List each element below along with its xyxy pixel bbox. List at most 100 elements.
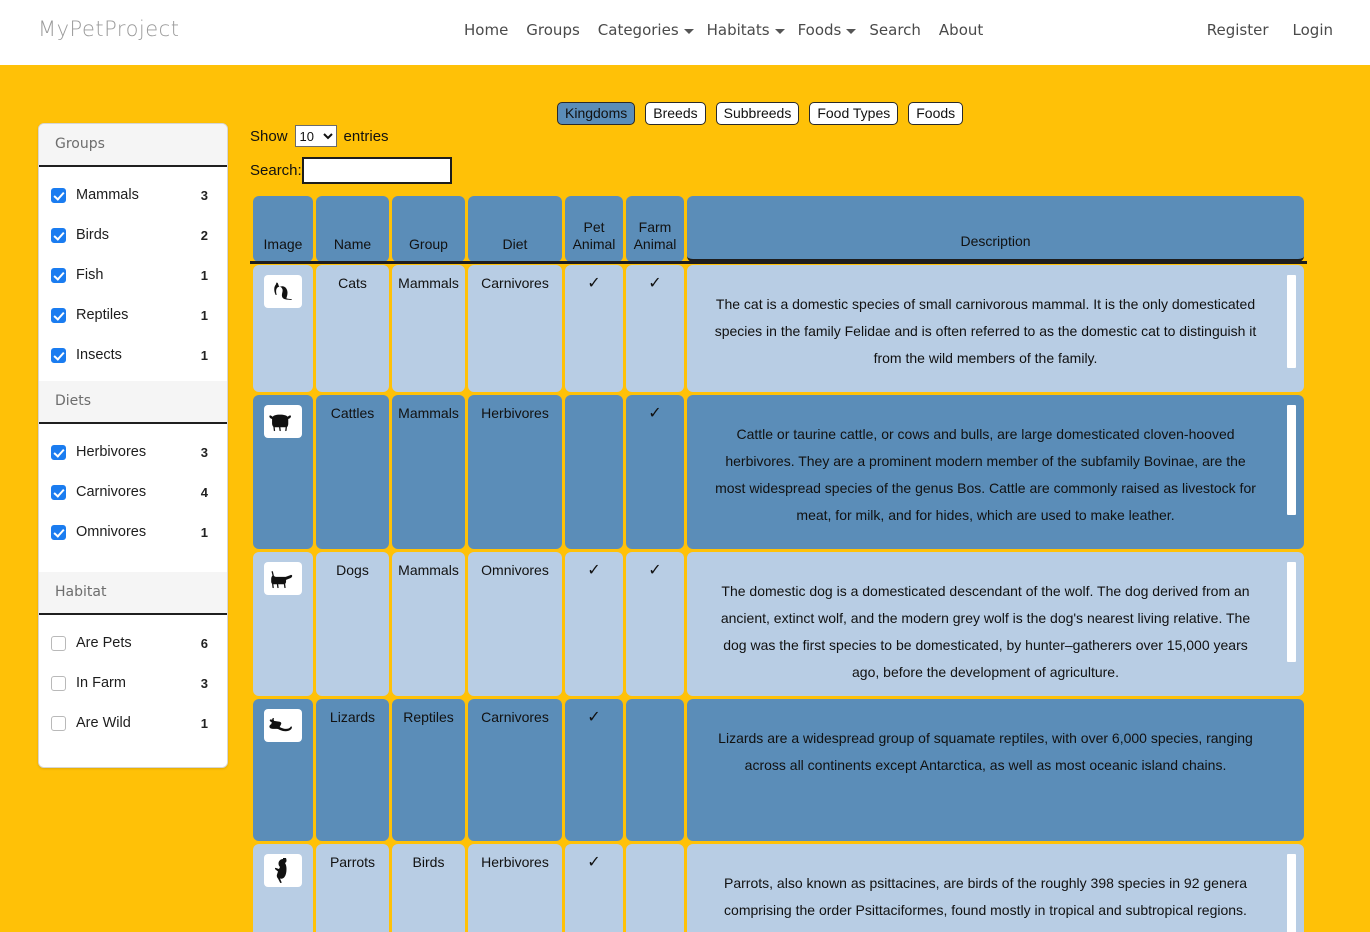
cell-farm-animal: [626, 844, 684, 932]
column-header-description[interactable]: Description: [687, 196, 1304, 262]
filter-item-herbivores[interactable]: Herbivores 3: [39, 438, 227, 466]
column-header-name[interactable]: Name: [316, 196, 389, 262]
cell-image: [253, 552, 313, 696]
nav-link-label: Habitats: [706, 21, 770, 39]
filter-item-count: 2: [200, 227, 208, 243]
filter-item-count: 4: [200, 484, 208, 500]
check-icon: ✓: [587, 275, 601, 292]
checkbox-icon[interactable]: [51, 635, 66, 651]
nav-link-foods[interactable]: Foods: [789, 21, 861, 39]
sidebar-panel-title-diets: Diets: [39, 381, 227, 424]
filter-item-count: 1: [200, 267, 208, 283]
filter-item-insects[interactable]: Insects 1: [39, 341, 227, 369]
cell-diet: Carnivores: [468, 699, 562, 841]
table-row[interactable]: Cats Mammals Carnivores ✓ ✓ The cat is a dome…: [253, 265, 1304, 392]
filter-item-count: 1: [200, 347, 208, 363]
check-icon: ✓: [648, 275, 662, 292]
show-prefix-label: Show: [250, 127, 288, 145]
description-text: Cattle or taurine cattle, or cows and bu…: [715, 426, 1256, 523]
filter-item-reptiles[interactable]: Reptiles 1: [39, 301, 227, 329]
tab-kingdoms[interactable]: Kingdoms: [557, 102, 636, 125]
sidebar-panel-title-habitat: Habitat: [39, 572, 227, 615]
description-scrollbar[interactable]: [1287, 854, 1296, 932]
data-table-container[interactable]: Image Name Group Diet Pet Animal Farm Animal D…: [250, 193, 1307, 932]
filter-item-birds[interactable]: Birds 2: [39, 221, 227, 249]
dog-icon: [264, 562, 302, 595]
check-icon: ✓: [587, 854, 601, 871]
filter-item-omnivores[interactable]: Omnivores 1: [39, 518, 227, 546]
tab-foods[interactable]: Foods: [908, 102, 964, 125]
checkbox-icon[interactable]: [51, 187, 66, 203]
checkbox-icon[interactable]: [51, 347, 66, 363]
column-header-diet[interactable]: Diet: [468, 196, 562, 262]
nav-link-login[interactable]: Login: [1284, 21, 1342, 39]
table-row[interactable]: Cattles Mammals Herbivores ✓ Cattle or tauri…: [253, 395, 1304, 549]
nav-link-habitats[interactable]: Habitats: [698, 21, 789, 39]
tab-food-types[interactable]: Food Types: [809, 102, 899, 125]
filter-item-count: 3: [200, 187, 208, 203]
cell-farm-animal: ✓: [626, 395, 684, 549]
entity-tabs: Kingdoms Breeds Subbreeds Food Types Foods: [557, 102, 964, 125]
column-header-image[interactable]: Image: [253, 196, 313, 262]
filter-item-label: Are Wild: [76, 715, 131, 731]
table-row[interactable]: Dogs Mammals Omnivores ✓ ✓ The domestic dog i…: [253, 552, 1304, 696]
filter-item-are-pets[interactable]: Are Pets 6: [39, 629, 227, 657]
column-header-pet-animal[interactable]: Pet Animal: [565, 196, 623, 262]
description-scrollbar[interactable]: [1287, 275, 1296, 368]
nav-link-categories[interactable]: Categories: [589, 21, 698, 39]
filter-item-carnivores[interactable]: Carnivores 4: [39, 478, 227, 506]
checkbox-icon[interactable]: [51, 444, 66, 460]
filter-item-mammals[interactable]: Mammals 3: [39, 181, 227, 209]
checkbox-icon[interactable]: [51, 484, 66, 500]
description-scrollbar[interactable]: [1287, 405, 1296, 515]
cell-diet: Carnivores: [468, 265, 562, 392]
cell-pet-animal: ✓: [565, 265, 623, 392]
nav-link-register[interactable]: Register: [1198, 21, 1278, 39]
nav-links: Home Groups Categories Habitats Foods Search A…: [455, 21, 992, 39]
table-row[interactable]: Lizards Reptiles Carnivores ✓ Lizards are a …: [253, 699, 1304, 841]
cell-farm-animal: ✓: [626, 265, 684, 392]
search-input[interactable]: [301, 157, 452, 184]
filter-item-label: Mammals: [76, 187, 139, 203]
column-header-farm-animal[interactable]: Farm Animal: [626, 196, 684, 262]
show-entries-control: Show 102550100 entries: [250, 125, 389, 147]
filter-item-are-wild[interactable]: Are Wild 1: [39, 709, 227, 737]
cell-diet: Herbivores: [468, 395, 562, 549]
checkbox-icon[interactable]: [51, 675, 66, 691]
cell-image: [253, 395, 313, 549]
checkbox-icon[interactable]: [51, 267, 66, 283]
nav-link-search[interactable]: Search: [860, 21, 930, 39]
checkbox-icon[interactable]: [51, 715, 66, 731]
description-scrollbar[interactable]: [1287, 562, 1296, 662]
description-text: The domestic dog is a domesticated desce…: [720, 583, 1251, 680]
cell-diet: Herbivores: [468, 844, 562, 932]
cell-description: Lizards are a widespread group of squama…: [687, 699, 1304, 841]
checkbox-icon[interactable]: [51, 307, 66, 323]
cell-description: Cattle or taurine cattle, or cows and bu…: [687, 395, 1304, 549]
column-header-group[interactable]: Group: [392, 196, 465, 262]
filter-item-label: Fish: [76, 267, 104, 283]
filter-item-in-farm[interactable]: In Farm 3: [39, 669, 227, 697]
check-icon: ✓: [648, 562, 662, 579]
table-row[interactable]: Parrots Birds Herbivores ✓ Parrots, also kno…: [253, 844, 1304, 932]
nav-link-about[interactable]: About: [930, 21, 992, 39]
page-length-select[interactable]: 102550100: [294, 125, 337, 147]
filter-item-label: Insects: [76, 347, 122, 363]
cell-group: Reptiles: [392, 699, 465, 841]
checkbox-icon[interactable]: [51, 524, 66, 540]
tab-breeds[interactable]: Breeds: [645, 102, 706, 125]
header-underline: [250, 261, 1307, 264]
nav-link-label: Categories: [597, 21, 679, 39]
checkbox-icon[interactable]: [51, 227, 66, 243]
filter-sidebar: Groups Mammals 3 Birds 2 Fish 1 Reptiles 1 Insect…: [38, 123, 228, 768]
filter-item-fish[interactable]: Fish 1: [39, 261, 227, 289]
check-icon: ✓: [587, 562, 601, 579]
brand-logo[interactable]: MyPetProject: [38, 17, 179, 41]
tab-subbreeds[interactable]: Subbreeds: [715, 102, 800, 125]
cell-name: Cattles: [316, 395, 389, 549]
nav-link-home[interactable]: Home: [455, 21, 517, 39]
cow-icon: [264, 405, 302, 438]
cell-group: Birds: [392, 844, 465, 932]
nav-link-groups[interactable]: Groups: [517, 21, 588, 39]
search-label: Search:: [250, 162, 302, 179]
